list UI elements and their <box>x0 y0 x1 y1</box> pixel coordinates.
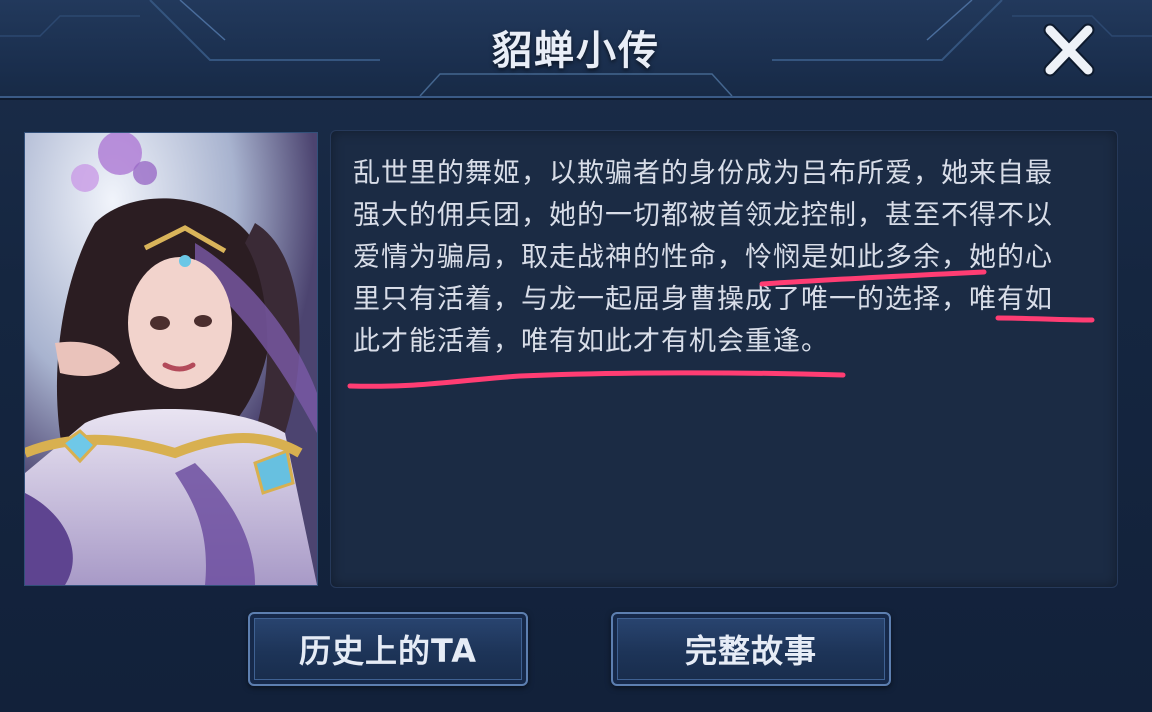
full-story-button[interactable]: 完整故事 <box>611 612 891 686</box>
close-button[interactable] <box>1038 22 1100 78</box>
hero-portrait-image <box>25 133 317 585</box>
story-line: 爱情为骗局，取走战神的性命，怜悯是如此多余，她的心 <box>353 242 1053 273</box>
story-text: 乱世里的舞姬，以欺骗者的身份成为吕布所爱，她来自最 强大的佣兵团，她的一切都被首… <box>353 153 1083 363</box>
story-line: 此才能活着，唯有如此才有机会重逢。 <box>353 326 829 357</box>
story-line: 乱世里的舞姬，以欺骗者的身份成为吕布所爱，她来自最 <box>353 158 1053 189</box>
story-line: 强大的佣兵团，她的一切都被首领龙控制，甚至不得不以 <box>353 200 1053 231</box>
story-panel: 乱世里的舞姬，以欺骗者的身份成为吕布所爱，她来自最 强大的佣兵团，她的一切都被首… <box>330 130 1118 588</box>
history-button[interactable]: 历史上的TA <box>248 612 528 686</box>
hero-portrait <box>24 132 318 586</box>
close-icon <box>1043 23 1095 77</box>
dialog-header: 貂蝉小传 <box>0 0 1152 98</box>
dialog-title: 貂蝉小传 <box>492 28 660 74</box>
story-line: 里只有活着，与龙一起屈身曹操成了唯一的选择，唯有如 <box>353 284 1053 315</box>
hero-story-dialog: 貂蝉小传 乱世里的舞姬，以欺骗者的身份成为吕布所爱，她来自最 强大的佣兵团，她的… <box>0 0 1152 712</box>
